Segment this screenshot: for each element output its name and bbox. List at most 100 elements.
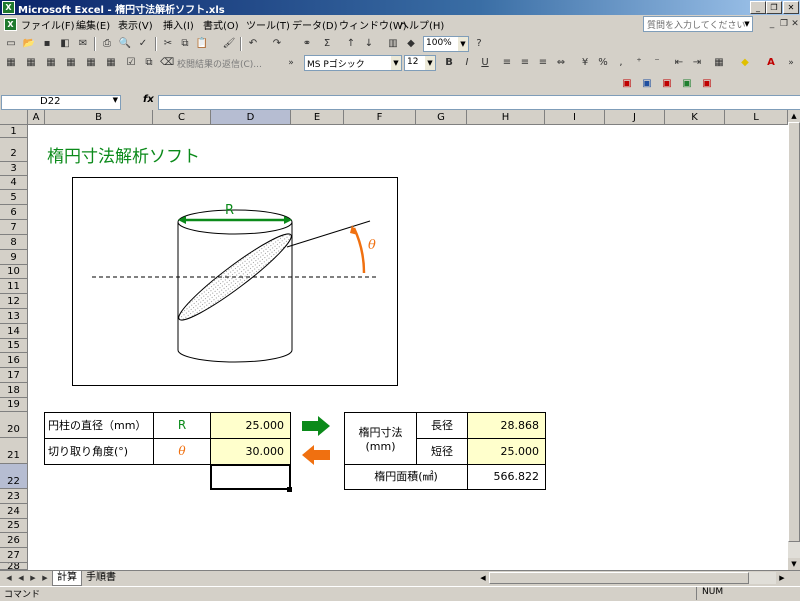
angle-input[interactable]: 30.000: [210, 438, 291, 465]
fill-color-icon[interactable]: ◆: [738, 56, 752, 70]
column-header-b[interactable]: B: [45, 110, 153, 125]
row-header[interactable]: 19: [0, 398, 28, 412]
permission-icon[interactable]: ◧: [58, 37, 72, 51]
chevron-down-icon[interactable]: ▼: [742, 17, 752, 31]
increase-decimal-icon[interactable]: ⁺: [632, 56, 646, 70]
merge-center-icon[interactable]: ⇔: [554, 56, 568, 70]
currency-icon[interactable]: ¥: [578, 56, 592, 70]
menu-data[interactable]: データ(D): [292, 17, 338, 32]
zoom-select[interactable]: 100% ▼: [423, 36, 469, 52]
chart-wizard-icon[interactable]: ▥: [386, 37, 400, 51]
macro-icon[interactable]: ▣: [660, 77, 674, 91]
reviewing-icon[interactable]: ▦: [24, 56, 38, 70]
column-header-d[interactable]: D: [211, 110, 291, 125]
reviewing-icon[interactable]: ▦: [64, 56, 78, 70]
copy-icon[interactable]: ⧉: [178, 37, 192, 51]
italic-icon[interactable]: I: [460, 56, 474, 70]
row-header[interactable]: 28: [0, 563, 28, 570]
row-header[interactable]: 5: [0, 190, 28, 205]
name-box[interactable]: D22 ▼: [1, 95, 121, 110]
sort-ascending-icon[interactable]: ↑: [344, 37, 358, 51]
scroll-right-icon[interactable]: ▶: [776, 572, 788, 584]
row-header[interactable]: 27: [0, 548, 28, 563]
help-icon[interactable]: ?: [472, 37, 486, 51]
row-header[interactable]: 7: [0, 220, 28, 235]
row-header[interactable]: 14: [0, 324, 28, 339]
row-header[interactable]: 20: [0, 412, 28, 438]
align-center-icon[interactable]: ≡: [518, 56, 532, 70]
column-header-h[interactable]: H: [467, 110, 545, 125]
font-name-select[interactable]: MS Pゴシック ▼: [304, 55, 402, 71]
save-icon[interactable]: ▪: [40, 37, 54, 51]
spelling-icon[interactable]: ✓: [136, 37, 150, 51]
diameter-input[interactable]: 25.000: [210, 412, 291, 439]
macro-icon[interactable]: ▣: [640, 77, 654, 91]
scroll-thumb[interactable]: [788, 122, 800, 542]
row-header[interactable]: 2: [0, 138, 28, 162]
print-preview-icon[interactable]: 🔍: [118, 37, 132, 51]
macro-icon[interactable]: ▣: [620, 77, 634, 91]
column-header-k[interactable]: K: [665, 110, 725, 125]
tab-procedure[interactable]: 手順書: [82, 571, 120, 585]
doc-close-icon[interactable]: ✕: [788, 17, 800, 31]
menu-view[interactable]: 表示(V): [118, 17, 153, 32]
scroll-down-icon[interactable]: ▼: [788, 558, 800, 570]
reviewing-icon[interactable]: ☑: [124, 56, 138, 70]
row-header[interactable]: 16: [0, 353, 28, 368]
column-header-l[interactable]: L: [725, 110, 788, 125]
horizontal-scrollbar[interactable]: ◀ ▶: [477, 572, 788, 584]
row-header[interactable]: 8: [0, 235, 28, 250]
formula-input[interactable]: [158, 95, 800, 110]
close-icon[interactable]: ✕: [783, 1, 799, 14]
format-painter-icon[interactable]: 🖌: [222, 37, 236, 51]
menu-format[interactable]: 書式(O): [203, 17, 239, 32]
row-header[interactable]: 13: [0, 309, 28, 324]
email-icon[interactable]: ✉: [76, 37, 90, 51]
last-sheet-icon[interactable]: ▶: [38, 571, 52, 585]
paste-icon[interactable]: 📋: [195, 37, 209, 51]
row-header[interactable]: 18: [0, 383, 28, 398]
column-header-c[interactable]: C: [153, 110, 211, 125]
column-header-a[interactable]: A: [28, 110, 45, 125]
workbook-icon[interactable]: X: [4, 18, 17, 31]
tab-calc[interactable]: 計算: [52, 571, 82, 586]
undo-icon[interactable]: ↶: [246, 37, 260, 51]
horizontal-scroll-thumb[interactable]: [489, 572, 749, 584]
fx-icon[interactable]: fx: [143, 94, 154, 105]
macro-icon[interactable]: ▣: [680, 77, 694, 91]
reviewing-icon[interactable]: ▦: [4, 56, 18, 70]
font-color-icon[interactable]: A: [764, 56, 778, 70]
row-header[interactable]: 25: [0, 519, 28, 533]
fill-handle[interactable]: [287, 487, 292, 492]
vertical-scrollbar[interactable]: ▲ ▼: [788, 110, 800, 570]
chevron-down-icon[interactable]: ▼: [458, 37, 468, 51]
decrease-decimal-icon[interactable]: ⁻: [650, 56, 664, 70]
column-header-i[interactable]: I: [545, 110, 605, 125]
row-header[interactable]: 17: [0, 368, 28, 383]
cut-icon[interactable]: ✂: [161, 37, 175, 51]
reviewing-icon[interactable]: ▦: [104, 56, 118, 70]
row-header[interactable]: 26: [0, 533, 28, 548]
percent-icon[interactable]: %: [596, 56, 610, 70]
menu-edit[interactable]: 編集(E): [76, 17, 110, 32]
reviewing-icon[interactable]: ▦: [84, 56, 98, 70]
worksheet-grid[interactable]: A B C D E F G H I J K L 1 2 3 4 5 6 7 8 …: [0, 110, 788, 570]
minimize-icon[interactable]: _: [750, 1, 766, 14]
row-header[interactable]: 22: [0, 464, 28, 489]
column-header-e[interactable]: E: [291, 110, 344, 125]
align-right-icon[interactable]: ≡: [536, 56, 550, 70]
select-all-corner[interactable]: [0, 110, 28, 125]
help-search-input[interactable]: 質問を入力してください ▼: [643, 16, 753, 32]
chevron-down-icon[interactable]: ▼: [391, 56, 401, 70]
menu-file[interactable]: ファイル(F): [21, 17, 75, 32]
row-header[interactable]: 11: [0, 279, 28, 294]
autosum-icon[interactable]: Σ: [320, 37, 334, 51]
drawing-icon[interactable]: ◆: [404, 37, 418, 51]
comma-icon[interactable]: ,: [614, 56, 628, 70]
menu-help[interactable]: ヘルプ(H): [399, 17, 444, 32]
underline-icon[interactable]: U: [478, 56, 492, 70]
row-header[interactable]: 12: [0, 294, 28, 309]
bold-icon[interactable]: B: [442, 56, 456, 70]
new-icon[interactable]: ▭: [4, 37, 18, 51]
column-header-g[interactable]: G: [416, 110, 467, 125]
